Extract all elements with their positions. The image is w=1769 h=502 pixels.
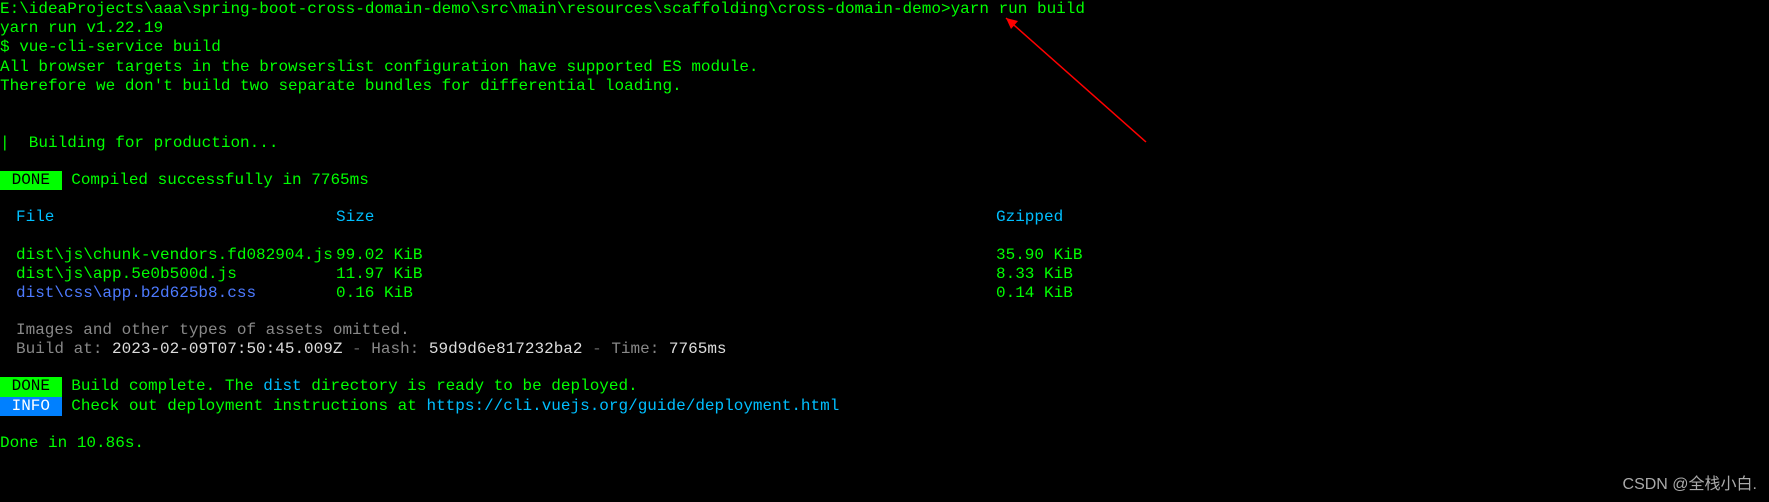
deploy-url[interactable]: https://cli.vuejs.org/guide/deployment.h… [426, 397, 839, 415]
gzip-cell: 0.14 KiB [996, 284, 1769, 303]
watermark: CSDN @全栈小白. [1623, 475, 1757, 494]
sep: - [342, 340, 371, 358]
hash-value: 59d9d6e817232ba2 [429, 340, 583, 358]
building-progress: | Building for production... [0, 134, 1769, 153]
info-badge: INFO [0, 397, 62, 416]
build-at-line: Build at: 2023-02-09T07:50:45.009Z - Has… [0, 340, 1769, 359]
browserslist-msg2: Therefore we don't build two separate bu… [0, 77, 1769, 96]
done-badge: DONE [0, 377, 62, 396]
compiled-msg: Compiled successfully in 7765ms [62, 171, 369, 189]
table-header: File Size Gzipped [0, 208, 1769, 227]
header-file: File [16, 208, 336, 227]
time-label: Time: [611, 340, 669, 358]
gzip-cell: 35.90 KiB [996, 246, 1769, 265]
yarn-version: yarn run v1.22.19 [0, 19, 1769, 38]
size-cell: 11.97 KiB [336, 265, 996, 284]
complete-suffix: directory is ready to be deployed. [302, 377, 638, 395]
info-deploy-line: INFO Check out deployment instructions a… [0, 397, 1769, 416]
sep: - [583, 340, 612, 358]
header-gzip: Gzipped [996, 208, 1769, 227]
file-cell: dist\js\app.5e0b500d.js [16, 265, 336, 284]
dist-dir: dist [263, 377, 301, 395]
done-compiled-line: DONE Compiled successfully in 7765ms [0, 171, 1769, 190]
browserslist-msg1: All browser targets in the browserslist … [0, 58, 1769, 77]
file-cell: dist\css\app.b2d625b8.css [16, 284, 336, 303]
table-row: dist\js\app.5e0b500d.js 11.97 KiB 8.33 K… [0, 265, 1769, 284]
done-badge: DONE [0, 171, 62, 190]
prompt-path: E:\ideaProjects\aaa\spring-boot-cross-do… [0, 0, 951, 18]
command-text: yarn run build [951, 0, 1085, 18]
omitted-assets: Images and other types of assets omitted… [0, 321, 1769, 340]
deploy-prefix: Check out deployment instructions at [62, 397, 427, 415]
file-cell: dist\js\chunk-vendors.fd082904.js [16, 246, 336, 265]
time-value: 7765ms [669, 340, 727, 358]
build-complete-line: DONE Build complete. The dist directory … [0, 377, 1769, 396]
gzip-cell: 8.33 KiB [996, 265, 1769, 284]
hash-label: Hash: [371, 340, 429, 358]
size-cell: 99.02 KiB [336, 246, 996, 265]
size-cell: 0.16 KiB [336, 284, 996, 303]
build-at-time: 2023-02-09T07:50:45.009Z [112, 340, 342, 358]
done-in: Done in 10.86s. [0, 434, 1769, 453]
table-row: dist\js\chunk-vendors.fd082904.js 99.02 … [0, 246, 1769, 265]
header-size: Size [336, 208, 996, 227]
vue-cli-command: $ vue-cli-service build [0, 38, 1769, 57]
table-row: dist\css\app.b2d625b8.css 0.16 KiB 0.14 … [0, 284, 1769, 303]
terminal-prompt-line: E:\ideaProjects\aaa\spring-boot-cross-do… [0, 0, 1769, 19]
build-at-prefix: Build at: [16, 340, 112, 358]
complete-prefix: Build complete. The [62, 377, 264, 395]
